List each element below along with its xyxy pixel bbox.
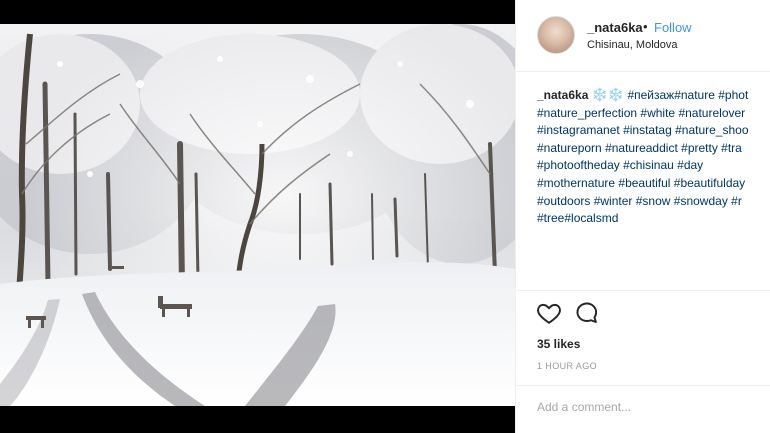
snowflake-emoji: ❄️❄️ [591,87,625,102]
hashtag[interactable]: #snow [636,194,671,208]
photo-frame [0,0,515,433]
like-button[interactable] [536,300,566,330]
comment-bubble-icon [576,302,598,323]
hashtag[interactable]: #white [640,106,675,120]
hashtag[interactable]: #natureporn [537,141,602,155]
heart-icon [537,303,561,324]
hashtag[interactable]: #tree [537,211,564,225]
divider [516,290,770,291]
post-header: _nata6ka • Follow Chisinau, Moldova [516,0,770,72]
hashtag[interactable]: #beautifulday [674,176,745,190]
hashtag[interactable]: #photooftheday [537,158,620,172]
add-comment-input[interactable] [537,396,757,418]
hashtag[interactable]: #natureaddict [605,141,678,155]
hashtag[interactable]: #phot [718,88,748,102]
comment-button[interactable] [574,300,604,330]
avatar[interactable] [537,16,575,54]
hashtag[interactable]: #localsmd [564,211,618,225]
hashtag[interactable]: #pretty [681,141,718,155]
follow-button[interactable]: Follow [654,20,692,35]
hashtag[interactable]: #пейзаж [627,88,674,102]
caption-line: #photooftheday #chisinau #day [537,157,770,175]
caption-username[interactable]: _nata6ka [537,88,588,102]
hashtag[interactable]: #day [677,158,703,172]
caption-line: _nata6ka ❄️❄️ #пейзаж#nature #phot [537,86,770,105]
likes-count[interactable]: 35 likes [537,337,580,351]
hashtag[interactable]: #winter [594,194,633,208]
snow-landscape-photo [0,24,515,406]
post-side-panel: _nata6ka • Follow Chisinau, Moldova _nat… [515,0,770,433]
caption-line: #tree#localsmd [537,210,770,228]
post-photo[interactable] [0,24,515,406]
post-actions [536,300,656,330]
hashtag[interactable]: #r [731,194,742,208]
caption-line: #mothernature #beautiful #beautifulday [537,175,770,193]
hashtag[interactable]: #nature [674,88,715,102]
hashtag[interactable]: #mothernature [537,176,615,190]
caption-line: #instagramanet #instatag #nature_shoo [537,122,770,140]
caption-line: #outdoors #winter #snow #snowday #r [537,193,770,211]
hashtag[interactable]: #instatag [623,123,672,137]
hashtag[interactable]: #outdoors [537,194,590,208]
hashtag[interactable]: #snowday [674,194,728,208]
hashtag[interactable]: #naturelover [678,106,745,120]
hashtag[interactable]: #beautiful [618,176,670,190]
hashtag[interactable]: #nature_shoo [675,123,748,137]
post-location[interactable]: Chisinau, Moldova [587,39,678,51]
post-caption: _nata6ka ❄️❄️ #пейзаж#nature #phot #natu… [537,86,770,230]
post-username[interactable]: _nata6ka [587,20,643,35]
caption-line: #natureporn #natureaddict #pretty #tra [537,140,770,158]
divider [516,385,770,386]
post-timestamp: 1 HOUR AGO [537,361,598,371]
hashtag[interactable]: #nature_perfection [537,106,637,120]
separator-dot: • [643,19,648,34]
caption-line: #nature_perfection #white #naturelover [537,105,770,123]
hashtag[interactable]: #tra [721,141,742,155]
hashtag[interactable]: #instagramanet [537,123,620,137]
hashtag[interactable]: #chisinau [623,158,674,172]
